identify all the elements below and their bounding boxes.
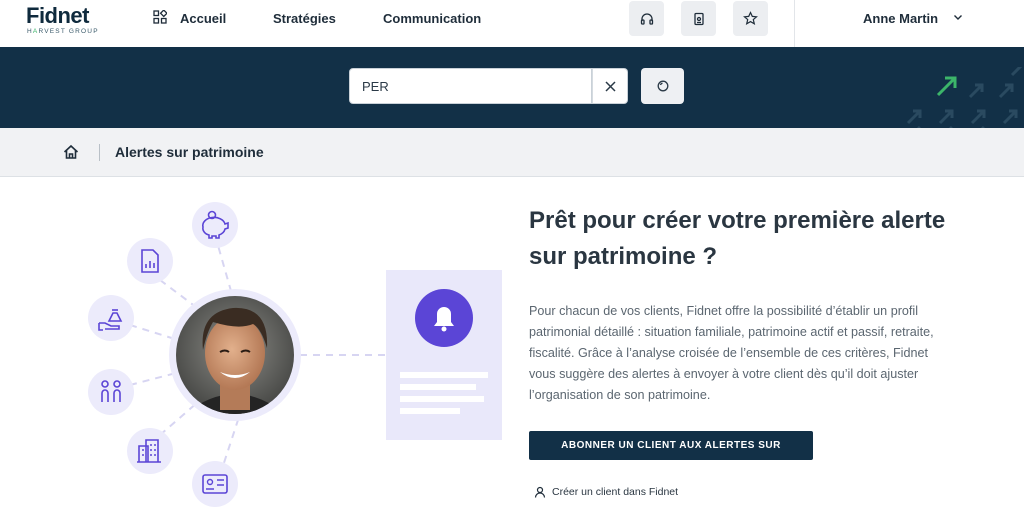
headline: Prêt pour créer votre première alerte su…	[529, 207, 946, 270]
clear-search-button[interactable]	[592, 68, 628, 104]
home-icon[interactable]	[63, 144, 79, 160]
documents-button[interactable]	[681, 1, 716, 36]
grid-icon	[153, 10, 167, 24]
subscribe-client-button[interactable]: ABONNER UN CLIENT AUX ALERTES SUR PATRIM…	[529, 431, 813, 480]
nav-accueil[interactable]: Accueil	[180, 11, 226, 27]
report-icon	[127, 238, 173, 284]
alert-card	[386, 270, 502, 440]
document-icon	[693, 12, 704, 25]
id-card-icon	[192, 461, 238, 507]
family-icon	[88, 369, 134, 415]
alert-illustration	[88, 202, 502, 507]
star-icon	[743, 11, 758, 26]
search-band	[0, 47, 1024, 128]
top-navigation: Fidnet HARVEST GROUP Accueil Stratégies …	[0, 0, 1024, 47]
favorites-button[interactable]	[733, 1, 768, 36]
logo-subtitle: HARVEST GROUP	[27, 28, 99, 35]
piggy-bank-icon	[192, 202, 238, 248]
create-client-link[interactable]: Créer un client dans Fidnet	[534, 486, 678, 498]
fidnet-logo[interactable]: Fidnet HARVEST GROUP	[26, 4, 99, 36]
search-icon	[657, 80, 668, 92]
search-input[interactable]	[349, 68, 592, 104]
description: Pour chacun de vos clients, Fidnet offre…	[529, 304, 934, 402]
investment-icon	[88, 295, 134, 341]
nav-divider	[794, 0, 795, 47]
breadcrumb-separator	[99, 144, 100, 161]
nav-communication[interactable]: Communication	[383, 11, 481, 27]
breadcrumb: Alertes sur patrimoine	[0, 128, 1024, 177]
avatar	[169, 289, 301, 421]
headset-icon	[640, 12, 653, 25]
close-icon	[604, 80, 616, 92]
create-client-label: Créer un client dans Fidnet	[552, 486, 679, 498]
support-button[interactable]	[629, 1, 664, 36]
arrows-decoration	[906, 67, 1023, 128]
nav-strategies[interactable]: Stratégies	[273, 11, 336, 27]
buildings-icon	[127, 428, 173, 474]
page-title: Alertes sur patrimoine	[115, 144, 264, 160]
search-button[interactable]	[641, 68, 684, 104]
user-name[interactable]: Anne Martin	[863, 11, 938, 27]
user-icon	[534, 486, 546, 498]
chevron-down-icon[interactable]	[952, 11, 964, 23]
